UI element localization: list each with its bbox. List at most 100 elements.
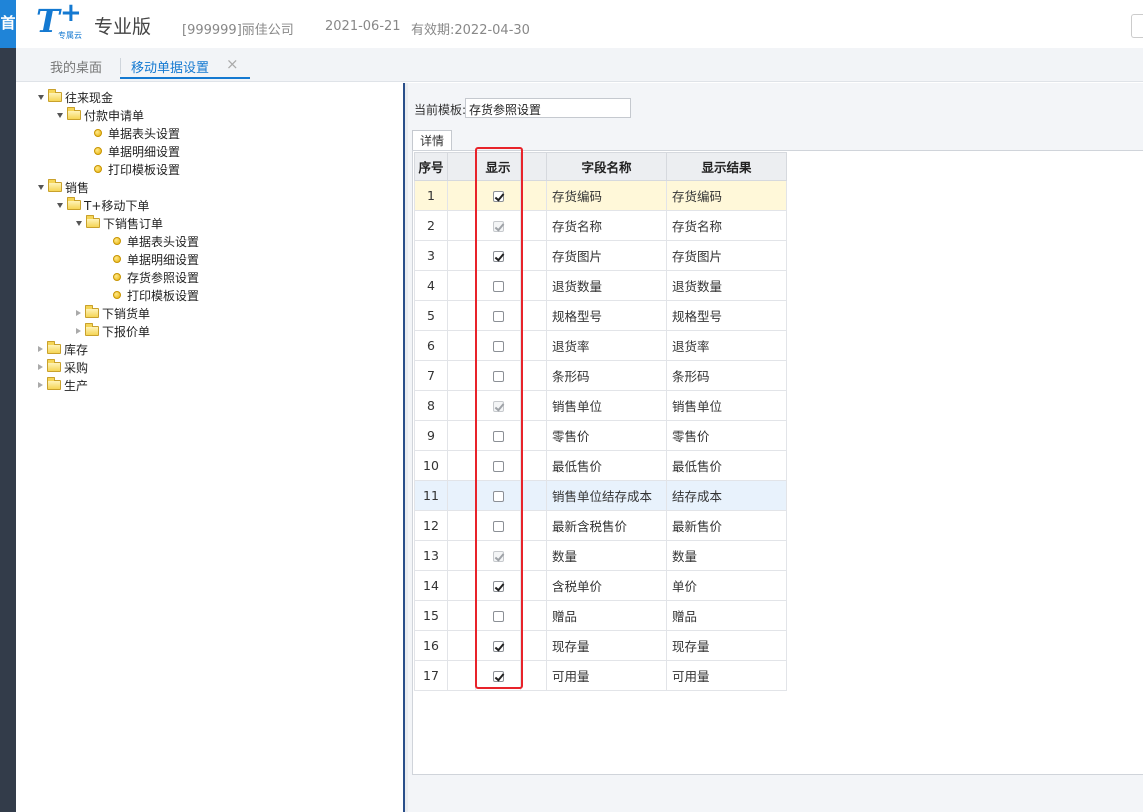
grid-row[interactable]: 7 条形码 条形码 <box>414 360 787 391</box>
tree-folder-item[interactable]: 付款申请单 <box>57 106 144 124</box>
template-field[interactable]: 存货参照设置 <box>465 98 631 118</box>
field-name-cell[interactable]: 可用量 <box>546 660 667 691</box>
close-icon[interactable]: × <box>226 55 239 73</box>
show-checkbox[interactable] <box>492 461 504 472</box>
field-name-cell[interactable]: 含税单价 <box>546 570 667 601</box>
grid-row[interactable]: 14 含税单价 单价 <box>414 570 787 601</box>
display-result-cell[interactable]: 存货图片 <box>666 240 787 271</box>
display-result-cell[interactable]: 单价 <box>666 570 787 601</box>
display-result-cell[interactable]: 可用量 <box>666 660 787 691</box>
tree-folder-item[interactable]: 下销售订单 <box>76 214 163 232</box>
field-name-cell[interactable]: 退货数量 <box>546 270 667 301</box>
display-result-cell[interactable]: 结存成本 <box>666 480 787 511</box>
display-result-cell[interactable]: 销售单位 <box>666 390 787 421</box>
tree-leaf-item[interactable]: 单据明细设置 <box>94 142 180 160</box>
collapse-arrow-icon[interactable] <box>76 328 81 334</box>
grid-row[interactable]: 2 存货名称 存货名称 <box>414 210 787 241</box>
expand-arrow-icon[interactable] <box>57 112 63 118</box>
col-header-display-result[interactable]: 显示结果 <box>666 152 787 181</box>
grid-row[interactable]: 8 销售单位 销售单位 <box>414 390 787 421</box>
grid-row[interactable]: 11 销售单位结存成本 结存成本 <box>414 480 787 511</box>
show-checkbox[interactable] <box>492 191 504 202</box>
field-name-cell[interactable]: 销售单位结存成本 <box>546 480 667 511</box>
tree-leaf-item[interactable]: 打印模板设置 <box>94 160 180 178</box>
collapse-arrow-icon[interactable] <box>76 310 81 316</box>
field-name-cell[interactable]: 最低售价 <box>546 450 667 481</box>
show-checkbox[interactable] <box>492 671 504 682</box>
display-result-cell[interactable]: 条形码 <box>666 360 787 391</box>
col-header-field-name[interactable]: 字段名称 <box>546 152 667 181</box>
grid-row[interactable]: 3 存货图片 存货图片 <box>414 240 787 271</box>
grid-row[interactable]: 1 存货编码 存货编码 <box>414 180 787 211</box>
field-name-cell[interactable]: 赠品 <box>546 600 667 631</box>
tree-folder-item[interactable]: 下报价单 <box>76 322 150 340</box>
display-result-cell[interactable]: 规格型号 <box>666 300 787 331</box>
field-name-cell[interactable]: 数量 <box>546 540 667 571</box>
field-name-cell[interactable]: 规格型号 <box>546 300 667 331</box>
field-name-cell[interactable]: 最新含税售价 <box>546 510 667 541</box>
display-result-cell[interactable]: 最新售价 <box>666 510 787 541</box>
field-name-cell[interactable]: 条形码 <box>546 360 667 391</box>
show-checkbox[interactable] <box>492 611 504 622</box>
field-name-cell[interactable]: 存货编码 <box>546 180 667 211</box>
expand-arrow-icon[interactable] <box>76 220 82 226</box>
expand-arrow-icon[interactable] <box>38 94 44 100</box>
grid-row[interactable]: 10 最低售价 最低售价 <box>414 450 787 481</box>
tree-folder-item[interactable]: 生产 <box>38 376 88 394</box>
col-header-show[interactable]: 显示 <box>475 152 521 181</box>
show-checkbox[interactable] <box>492 641 504 652</box>
grid-row[interactable]: 9 零售价 零售价 <box>414 420 787 451</box>
show-checkbox[interactable] <box>492 251 504 262</box>
tree-leaf-item[interactable]: 单据明细设置 <box>113 250 199 268</box>
expand-arrow-icon[interactable] <box>38 184 44 190</box>
show-checkbox[interactable] <box>492 371 504 382</box>
show-checkbox[interactable] <box>492 491 504 502</box>
show-checkbox[interactable] <box>492 521 504 532</box>
grid-row[interactable]: 15 赠品 赠品 <box>414 600 787 631</box>
tree-leaf-item[interactable]: 单据表头设置 <box>113 232 199 250</box>
tree-folder-item[interactable]: T+移动下单 <box>57 196 149 214</box>
show-checkbox[interactable] <box>492 431 504 442</box>
display-result-cell[interactable]: 存货名称 <box>666 210 787 241</box>
col-header-no[interactable]: 序号 <box>414 152 448 181</box>
tab-detail[interactable]: 详情 <box>412 130 452 151</box>
display-result-cell[interactable]: 赠品 <box>666 600 787 631</box>
tree-folder-item[interactable]: 采购 <box>38 358 88 376</box>
grid-row[interactable]: 4 退货数量 退货数量 <box>414 270 787 301</box>
field-name-cell[interactable]: 存货图片 <box>546 240 667 271</box>
tree-folder-item[interactable]: 往来现金 <box>38 88 113 106</box>
grid-row[interactable]: 5 规格型号 规格型号 <box>414 300 787 331</box>
expand-arrow-icon[interactable] <box>57 202 63 208</box>
field-name-cell[interactable]: 存货名称 <box>546 210 667 241</box>
collapse-arrow-icon[interactable] <box>38 382 43 388</box>
show-checkbox[interactable] <box>492 341 504 352</box>
tree-folder-item[interactable]: 下销货单 <box>76 304 150 322</box>
header-search-box[interactable] <box>1131 14 1143 38</box>
display-result-cell[interactable]: 零售价 <box>666 420 787 451</box>
display-result-cell[interactable]: 最低售价 <box>666 450 787 481</box>
grid-row[interactable]: 16 现存量 现存量 <box>414 630 787 661</box>
field-name-cell[interactable]: 销售单位 <box>546 390 667 421</box>
display-result-cell[interactable]: 数量 <box>666 540 787 571</box>
app-menu-button[interactable]: 首 <box>0 0 16 48</box>
tree-leaf-item[interactable]: 存货参照设置 <box>113 268 199 286</box>
tree-leaf-item[interactable]: 打印模板设置 <box>113 286 199 304</box>
grid-row[interactable]: 13 数量 数量 <box>414 540 787 571</box>
grid-row[interactable]: 17 可用量 可用量 <box>414 660 787 691</box>
field-name-cell[interactable]: 现存量 <box>546 630 667 661</box>
grid-row[interactable]: 6 退货率 退货率 <box>414 330 787 361</box>
tree-folder-item[interactable]: 库存 <box>38 340 88 358</box>
tab-my-desktop[interactable]: 我的桌面 <box>50 57 102 76</box>
display-result-cell[interactable]: 存货编码 <box>666 180 787 211</box>
display-result-cell[interactable]: 现存量 <box>666 630 787 661</box>
display-result-cell[interactable]: 退货率 <box>666 330 787 361</box>
collapse-arrow-icon[interactable] <box>38 346 43 352</box>
show-checkbox[interactable] <box>492 581 504 592</box>
field-name-cell[interactable]: 退货率 <box>546 330 667 361</box>
tree-folder-item[interactable]: 销售 <box>38 178 89 196</box>
collapse-arrow-icon[interactable] <box>38 364 43 370</box>
display-result-cell[interactable]: 退货数量 <box>666 270 787 301</box>
grid-row[interactable]: 12 最新含税售价 最新售价 <box>414 510 787 541</box>
show-checkbox[interactable] <box>492 311 504 322</box>
tab-mobile-doc-settings[interactable]: 移动单据设置 <box>131 57 209 76</box>
